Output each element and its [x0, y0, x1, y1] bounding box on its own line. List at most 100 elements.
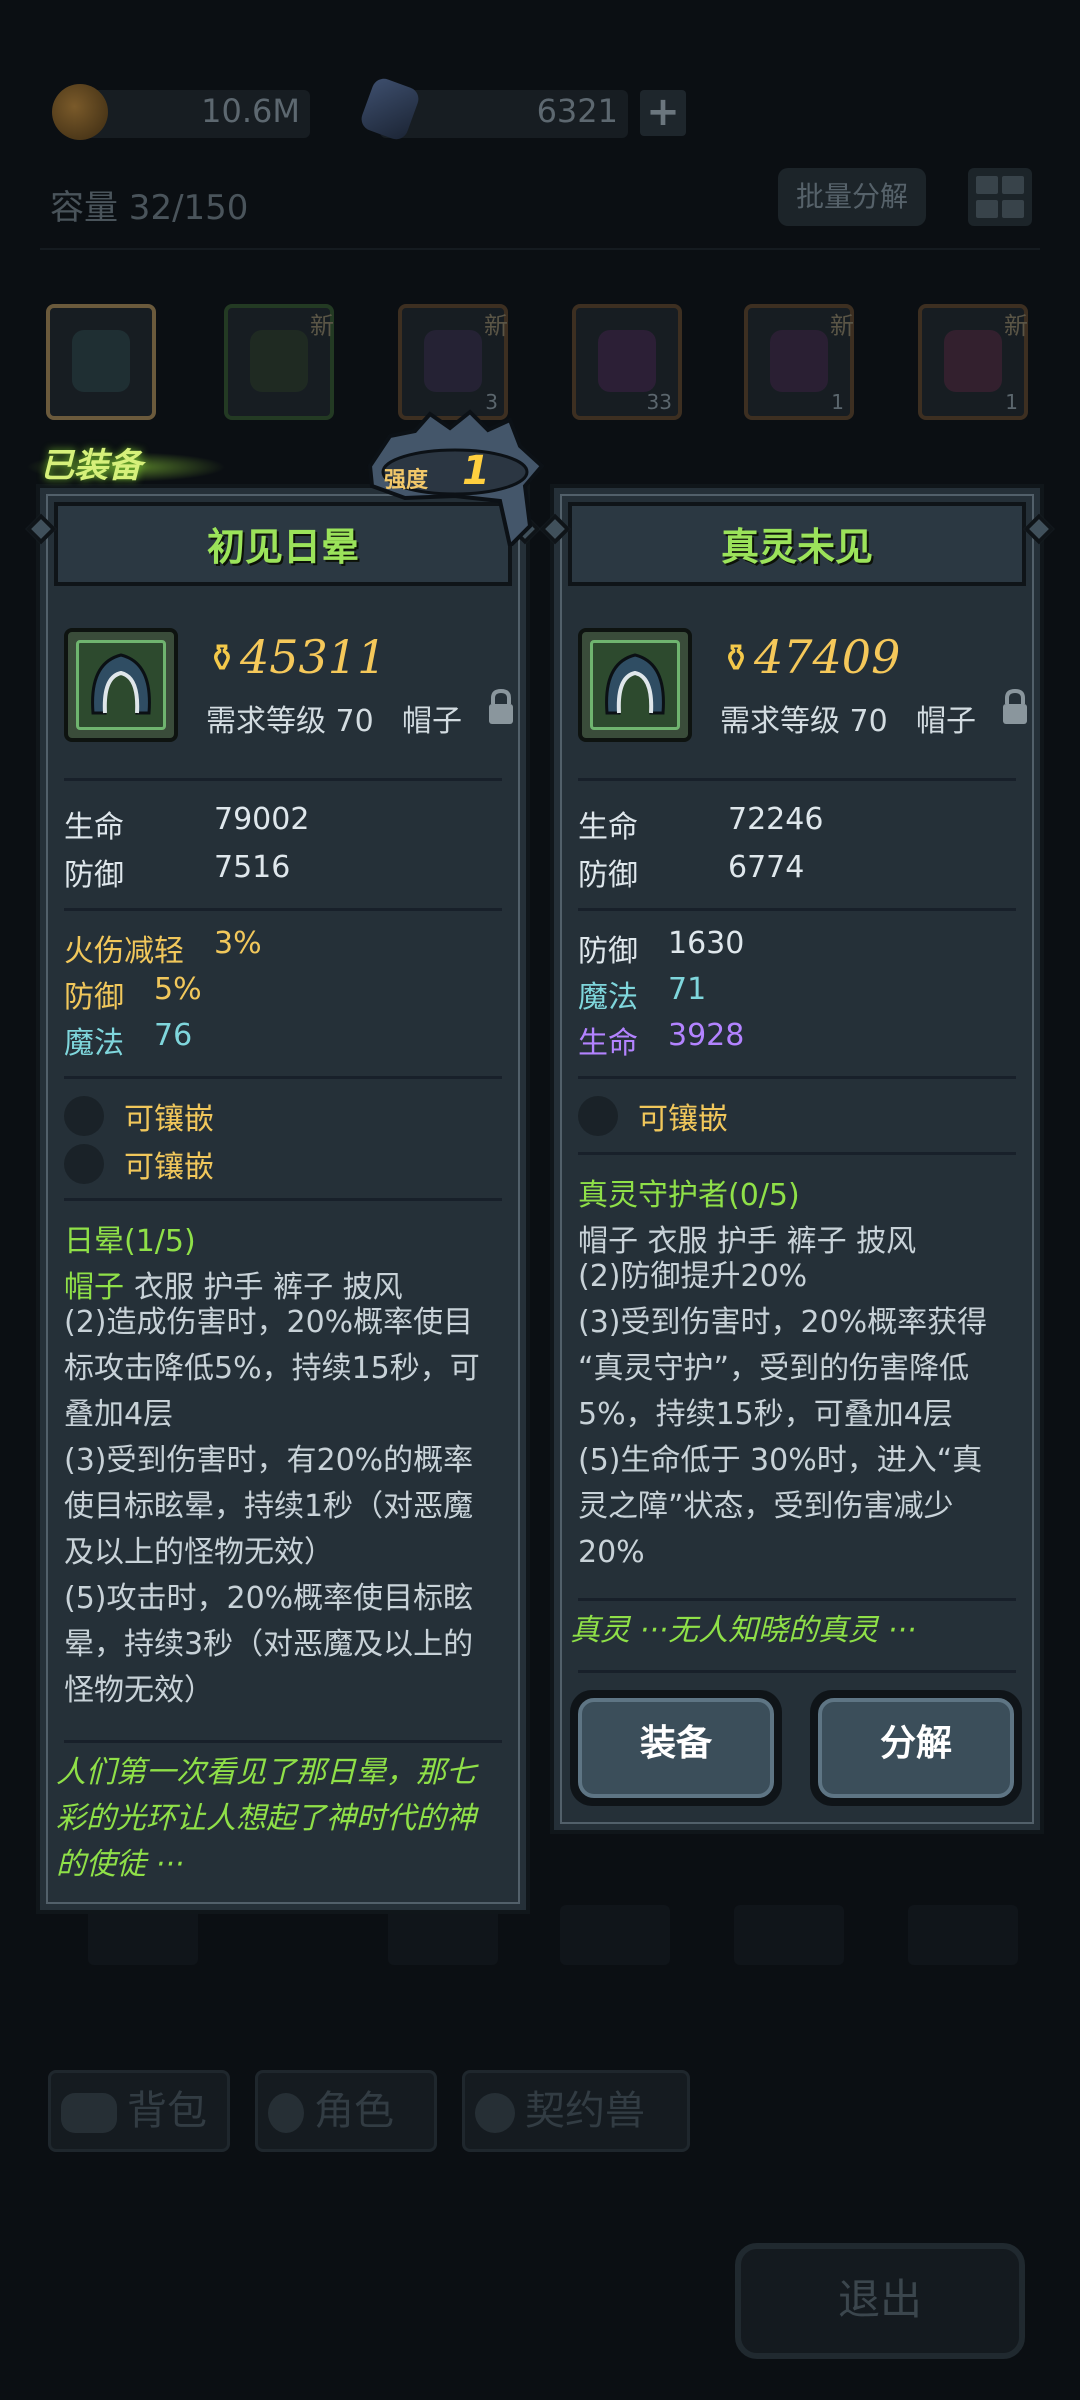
- equipped-item-card: 初见日晕 ⚱ 45311 需求等级 70 帽子 生命 79002 防御 7516…: [25, 484, 541, 1914]
- item-count: 33: [646, 390, 672, 414]
- empty-slot[interactable]: [560, 1905, 670, 1965]
- item-title: 真灵未见: [720, 525, 873, 569]
- power-value: 45311: [240, 630, 387, 684]
- strength-value: 1: [462, 448, 490, 494]
- stat-name: 防御: [64, 980, 124, 1015]
- tab-bag[interactable]: 背包: [48, 2070, 230, 2152]
- slot-type: 帽子: [402, 704, 462, 739]
- required-level: 需求等级 70: [206, 704, 374, 739]
- strength-label: 强度: [384, 468, 429, 493]
- stat-name: 火伤减轻: [64, 934, 184, 969]
- stat-value: 5%: [154, 972, 202, 1007]
- divider: [578, 908, 1016, 911]
- armor-item-icon: [250, 330, 308, 392]
- set-description: (2)造成伤害时，20%概率使目 标攻击降低5%，持续15秒，可 叠加4层 (3…: [64, 1305, 480, 1708]
- item-count: 1: [1005, 390, 1018, 414]
- stat-name: 防御: [578, 934, 638, 969]
- stat-value: 3928: [668, 1018, 745, 1053]
- hood-icon: [76, 640, 166, 730]
- lock-icon[interactable]: [1000, 688, 1030, 726]
- gem-socket[interactable]: [578, 1096, 618, 1136]
- slot-type: 帽子: [916, 704, 976, 739]
- item-count: 1: [831, 390, 844, 414]
- decompose-button-label: 分解: [818, 1698, 1014, 1798]
- socket-label: 可镶嵌: [124, 1150, 214, 1185]
- inventory-slot[interactable]: 33: [572, 304, 682, 420]
- empty-slot[interactable]: [908, 1905, 1018, 1965]
- divider: [578, 778, 1016, 781]
- grid-icon: [1002, 176, 1024, 194]
- tab-label: 契约兽: [525, 2088, 645, 2134]
- gold-coin-icon: [52, 84, 108, 140]
- required-level: 需求等级 70: [720, 704, 888, 739]
- stat-value: 1630: [668, 926, 745, 961]
- stat-name: 防御: [578, 858, 638, 893]
- grid-icon: [1002, 200, 1024, 218]
- divider: [64, 778, 502, 781]
- socket-label: 可镶嵌: [124, 1102, 214, 1137]
- stat-name: 防御: [64, 858, 124, 893]
- new-badge: 新: [1004, 312, 1028, 340]
- divider: [578, 1152, 1016, 1155]
- empty-slot[interactable]: [388, 1905, 498, 1965]
- divider: [64, 1076, 502, 1079]
- capacity-label: 容量 32/150: [50, 188, 249, 228]
- grid-icon: [976, 176, 998, 194]
- lock-icon[interactable]: [486, 688, 516, 726]
- bag-icon: [61, 2093, 117, 2133]
- equipped-badge: 已装备: [40, 446, 142, 486]
- stat-value: 72246: [728, 802, 824, 837]
- new-badge: 新: [310, 312, 334, 340]
- stat-name: 生命: [578, 810, 638, 845]
- empty-slot[interactable]: [734, 1905, 844, 1965]
- stat-value: 76: [154, 1018, 193, 1053]
- divider: [578, 1598, 1016, 1601]
- stat-value: 6774: [728, 850, 805, 885]
- crystal-item-icon: [770, 330, 828, 392]
- jewel-item-icon: [944, 330, 1002, 392]
- gem-item-icon: [598, 330, 656, 392]
- divider: [64, 1740, 502, 1743]
- candidate-item-card: 真灵未见 ⚱ 47409 需求等级 70 帽子 生命 72246 防御 6774…: [539, 484, 1055, 1834]
- flavor-text: 彩的光环让人想起了神时代的神: [56, 1801, 476, 1836]
- flavor-text: 人们第一次看见了那日晕，那七: [56, 1755, 476, 1790]
- new-badge: 新: [484, 312, 508, 340]
- character-icon: [268, 2093, 304, 2133]
- item-thumbnail: [578, 628, 692, 742]
- stat-name: 生命: [64, 810, 124, 845]
- power-value: 47409: [754, 630, 901, 684]
- socket-label: 可镶嵌: [638, 1102, 728, 1137]
- tab-label: 背包: [127, 2088, 207, 2134]
- new-badge: 新: [830, 312, 854, 340]
- grid-view-button[interactable]: [968, 168, 1032, 226]
- set-name: 真灵守护者(0/5): [578, 1178, 800, 1213]
- decompose-button[interactable]: 分解: [810, 1690, 1022, 1806]
- set-description: (2)防御提升20% (3)受到伤害时，20%概率获得 “真灵守护”，受到的伤害…: [578, 1259, 988, 1570]
- exit-button[interactable]: 退出: [735, 2243, 1025, 2359]
- add-crystal-button[interactable]: +: [640, 90, 686, 136]
- stat-name: 魔法: [578, 980, 638, 1015]
- batch-decompose-button[interactable]: 批量分解: [778, 168, 926, 226]
- equip-button[interactable]: 装备: [570, 1690, 782, 1806]
- empty-slot[interactable]: [88, 1905, 198, 1965]
- tab-pet[interactable]: 契约兽: [462, 2070, 690, 2152]
- divider: [578, 1670, 1016, 1673]
- divider: [64, 908, 502, 911]
- gold-value: 10.6M: [201, 92, 300, 130]
- card-header: 真灵未见: [568, 502, 1026, 586]
- stat-value: 3%: [214, 926, 262, 961]
- stat-value: 79002: [214, 802, 310, 837]
- hood-item-icon: [72, 330, 130, 392]
- gem-socket[interactable]: [64, 1144, 104, 1184]
- gem-socket[interactable]: [64, 1096, 104, 1136]
- inventory-slot[interactable]: [46, 304, 156, 420]
- tab-character[interactable]: 角色: [255, 2070, 437, 2152]
- divider: [64, 1198, 502, 1201]
- chest-item-icon: [424, 330, 482, 392]
- crystal-value: 6321: [536, 92, 618, 130]
- hood-icon: [590, 640, 680, 730]
- stat-value: 71: [668, 972, 707, 1007]
- set-name: 日晕(1/5): [64, 1224, 196, 1259]
- stat-name: 生命: [578, 1026, 638, 1061]
- power-icon: ⚱: [720, 636, 752, 680]
